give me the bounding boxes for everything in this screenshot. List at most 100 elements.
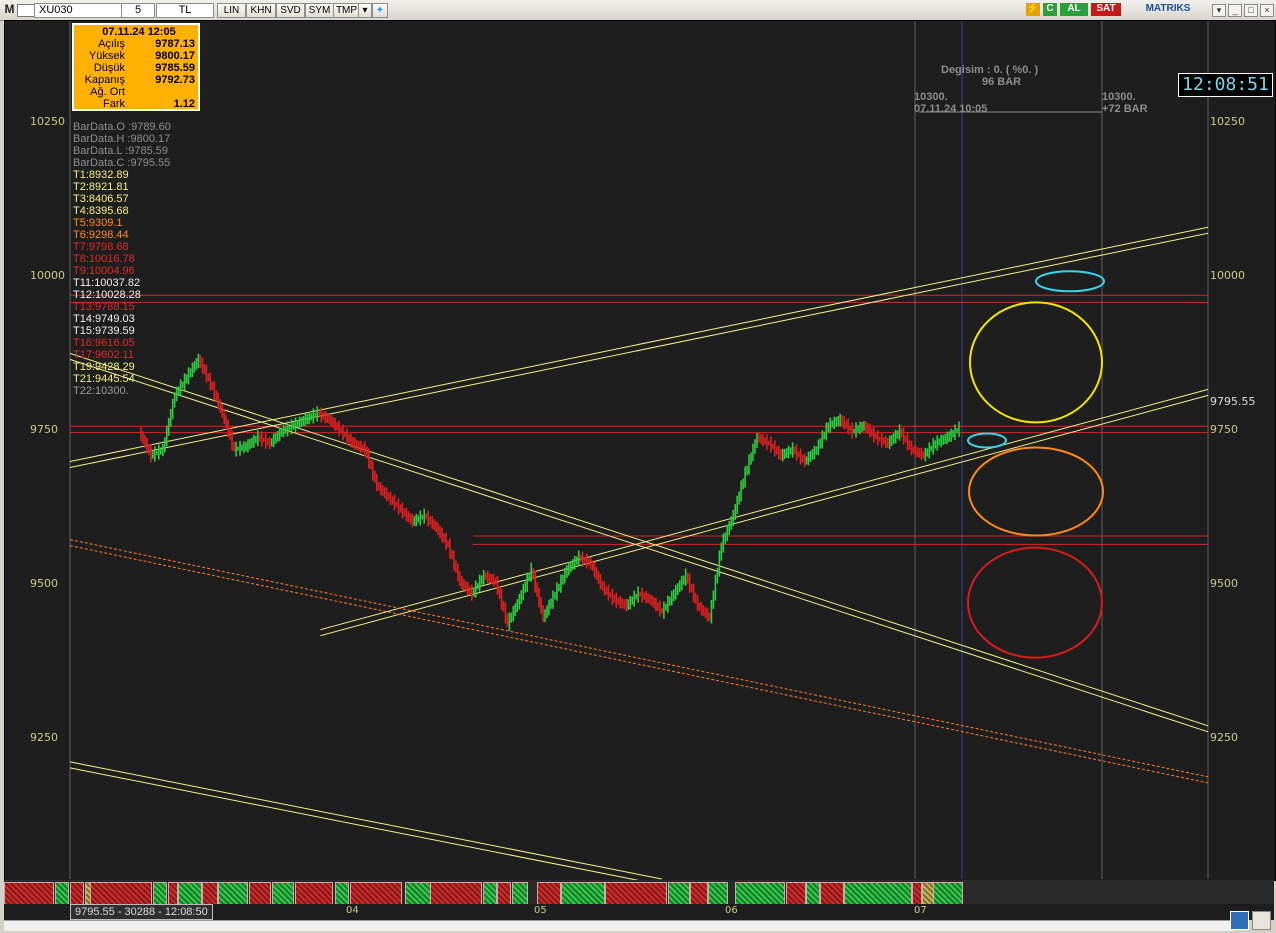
target-level: T2:8921.81 bbox=[73, 181, 129, 193]
bar-data-line: BarData.O :9789.60 bbox=[73, 121, 171, 133]
symbol-icon[interactable] bbox=[17, 4, 35, 17]
change-annotation: Degisim : 0. ( %0. ) bbox=[941, 64, 1039, 76]
lin-button[interactable]: LIN bbox=[217, 3, 246, 18]
trend-channel-line bbox=[320, 388, 1209, 631]
bar-data-line: BarData.L :9785.59 bbox=[73, 145, 168, 157]
sym-button[interactable]: SYM bbox=[305, 3, 334, 18]
horizontal-scrollbar[interactable] bbox=[4, 920, 1234, 931]
maximize-icon[interactable]: □ bbox=[1244, 4, 1258, 17]
target-level: T11:10037.82 bbox=[73, 277, 141, 289]
dropdown-icon[interactable]: ▾ bbox=[1212, 4, 1226, 17]
target-level: T12:10028.28 bbox=[73, 289, 141, 301]
y-tick-right: 10000 bbox=[1210, 269, 1245, 282]
signal-segment bbox=[218, 882, 248, 905]
target-level: T7:9798.68 bbox=[73, 241, 129, 253]
brand-label: MATRIKS bbox=[1145, 3, 1191, 14]
target-level: T16:9616.05 bbox=[73, 337, 135, 349]
signal-segment bbox=[350, 882, 402, 905]
price-chart[interactable] bbox=[5, 21, 1275, 880]
symbol-field[interactable]: XU030 bbox=[34, 3, 122, 18]
target-level: T22:10300. bbox=[73, 385, 129, 397]
close-icon[interactable]: × bbox=[1260, 4, 1274, 17]
y-tick-left: 9750 bbox=[30, 423, 58, 436]
signal-segment bbox=[272, 882, 294, 905]
signal-segment bbox=[820, 882, 844, 905]
target-ellipse bbox=[969, 301, 1103, 424]
dropdown-arrow-icon[interactable]: ▾ bbox=[358, 3, 372, 18]
left-date-annotation: 07.11.24 10:05 bbox=[914, 103, 988, 115]
signal-segment bbox=[430, 882, 482, 905]
buy-button[interactable]: AL bbox=[1060, 3, 1088, 16]
signal-segment bbox=[405, 882, 431, 905]
target-level: T4:8395.68 bbox=[73, 205, 129, 217]
resize-icon[interactable] bbox=[1252, 911, 1271, 930]
period-field[interactable]: 5 bbox=[121, 3, 155, 18]
signal-segment bbox=[605, 882, 667, 905]
target-level: T21:9445.54 bbox=[73, 373, 135, 385]
y-tick-right: 9500 bbox=[1210, 577, 1238, 590]
info-row-avg: Ağ. Ort bbox=[90, 86, 125, 98]
signal-segment bbox=[335, 882, 349, 905]
status-readout: 9795.55 - 30288 - 12:08:50 bbox=[70, 904, 213, 920]
date-tick: 06 bbox=[725, 905, 738, 916]
tmp-button[interactable]: TMP bbox=[333, 3, 360, 18]
date-tick: 04 bbox=[346, 905, 359, 916]
bar-count-annotation: 96 BAR bbox=[982, 76, 1022, 88]
trend-channel-line bbox=[69, 767, 640, 880]
signal-segment bbox=[690, 882, 708, 905]
signal-segment bbox=[178, 882, 202, 905]
target-ellipse bbox=[967, 432, 1007, 449]
info-row-close: Kapanış 9792.73 bbox=[84, 74, 195, 86]
left-price-annotation: 10300. bbox=[914, 91, 948, 103]
signal-segment bbox=[202, 882, 218, 905]
clock-display: 12:08:51 bbox=[1178, 73, 1273, 97]
target-ellipse bbox=[968, 446, 1104, 537]
refresh-icon[interactable]: C bbox=[1043, 3, 1057, 16]
trend-channel-line bbox=[320, 394, 1209, 637]
y-tick-right: 9250 bbox=[1210, 731, 1238, 744]
target-level: T8:10016.78 bbox=[73, 253, 135, 265]
right-price-annotation: 10300. bbox=[1102, 91, 1136, 103]
y-tick-left: 9250 bbox=[30, 731, 58, 744]
signal-segment bbox=[735, 882, 785, 905]
app-logo: M bbox=[4, 2, 15, 16]
trend-channel-line bbox=[69, 352, 1209, 727]
target-level: T19:9428.29 bbox=[73, 361, 135, 373]
signal-segment bbox=[483, 882, 497, 905]
chart-frame bbox=[4, 20, 1276, 881]
signal-segment bbox=[497, 882, 511, 905]
signal-segment bbox=[4, 882, 54, 905]
trend-channel-line bbox=[69, 358, 1209, 733]
twitter-icon[interactable]: ✦ bbox=[372, 3, 388, 18]
y-tick-left: 10250 bbox=[30, 115, 65, 128]
signal-segment bbox=[90, 882, 152, 905]
signal-segment bbox=[249, 882, 271, 905]
bar-data-line: BarData.C :9795.55 bbox=[73, 157, 171, 169]
signal-segment bbox=[786, 882, 806, 905]
sell-button[interactable]: SAT bbox=[1091, 3, 1121, 16]
y-tick-left: 9500 bbox=[30, 577, 58, 590]
target-ellipse bbox=[967, 546, 1103, 659]
target-level: T3:8406.57 bbox=[73, 193, 129, 205]
info-date: 07.11.24 12:05 bbox=[102, 26, 176, 38]
minimize-icon[interactable]: _ bbox=[1228, 4, 1242, 17]
last-price-label: 9795.55 bbox=[1210, 395, 1256, 408]
signal-segment bbox=[537, 882, 561, 905]
target-level: T13:9788.15 bbox=[73, 301, 135, 313]
info-row-high: Yüksek 9800.17 bbox=[88, 50, 195, 62]
y-tick-right: 9750 bbox=[1210, 423, 1238, 436]
signal-segment bbox=[168, 882, 178, 905]
svd-button[interactable]: SVD bbox=[276, 3, 305, 18]
target-level: T6:9298.44 bbox=[73, 229, 129, 241]
currency-field[interactable]: TL bbox=[156, 3, 214, 18]
signal-segment bbox=[295, 882, 333, 905]
khn-button[interactable]: KHN bbox=[246, 3, 276, 18]
info-row-open: Açılış 9787.13 bbox=[98, 38, 195, 50]
date-tick: 07 bbox=[914, 905, 927, 916]
signal-segment bbox=[912, 882, 922, 905]
signal-segment bbox=[844, 882, 912, 905]
signal-segment bbox=[708, 882, 728, 905]
lightning-icon[interactable]: ⚡ bbox=[1026, 3, 1040, 16]
y-tick-right: 10250 bbox=[1210, 115, 1245, 128]
settings-icon[interactable] bbox=[1230, 911, 1249, 930]
